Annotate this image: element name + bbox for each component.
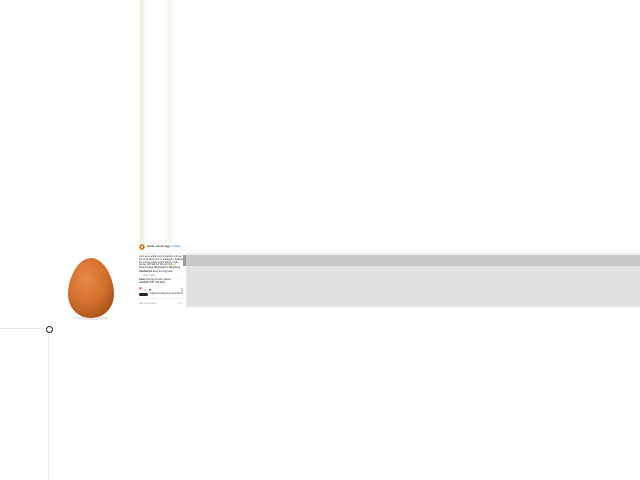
post-username[interactable]: world_record_egg	[147, 245, 170, 249]
post-comment-button[interactable]: Post	[178, 302, 183, 306]
liked-by: Liked by kyliejenner and others	[137, 292, 185, 297]
modal-divider	[48, 329, 49, 480]
close-icon[interactable]	[46, 326, 53, 333]
add-comment-bar: Add a comment... Post	[137, 298, 185, 306]
post-header: world_record_egg • Follow	[137, 241, 185, 254]
comment-text: user123 LIKE THE EGG	[139, 281, 166, 285]
scrollbar-track[interactable]	[186, 255, 640, 266]
overlay-panel	[186, 266, 640, 307]
liked-avatars	[139, 293, 148, 297]
egg-image[interactable]	[66, 256, 116, 320]
post-caption: Let's set a world record together and ge…	[137, 254, 185, 270]
comment-heart-icon[interactable]: ♡	[181, 282, 183, 285]
post-detail-panel: world_record_egg • Follow Let's set a wo…	[137, 241, 185, 333]
comment-heart-icon[interactable]: ♡	[181, 270, 183, 274]
comment-input[interactable]: Add a comment...	[139, 302, 158, 306]
caption-text: Let's set a world record together and ge…	[139, 255, 183, 270]
comment-body: this egg is going places	[146, 277, 171, 281]
follow-button[interactable]: Follow	[172, 245, 180, 249]
comment-body: bring the egg back	[152, 269, 173, 273]
comment-icon[interactable]: ○	[144, 287, 146, 292]
modal-edge-line	[0, 328, 50, 329]
page-gradient-strip	[139, 0, 176, 244]
comment-user[interactable]: travis	[139, 278, 145, 281]
liked-by-text[interactable]: Liked by kyliejenner and others	[150, 292, 183, 296]
comment-body: LIKE THE EGG	[148, 281, 166, 285]
avatar[interactable]	[139, 244, 145, 250]
heart-icon[interactable]: ♥	[139, 287, 142, 292]
post-actions: ♥ ○ ➤ ▯	[137, 285, 185, 293]
separator-dot: •	[170, 244, 172, 248]
comment-user[interactable]: user123	[139, 281, 148, 284]
comment-user[interactable]: xxtentacion	[139, 270, 152, 273]
